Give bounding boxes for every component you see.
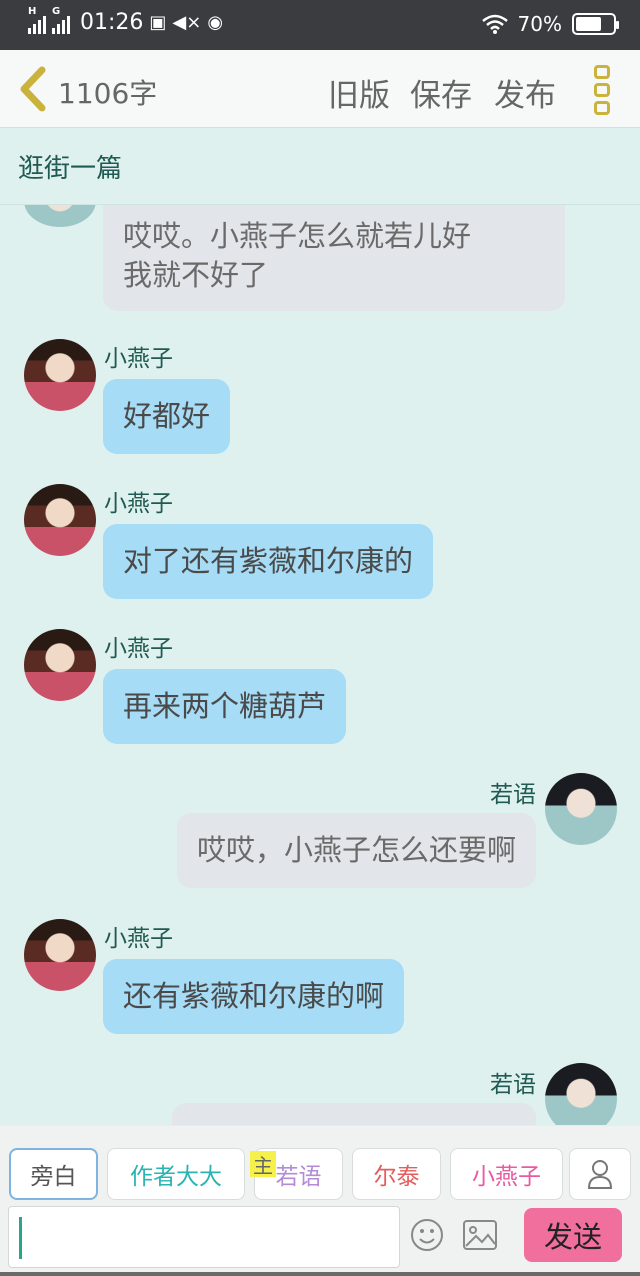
editor-toolbar: 1106字 旧版 保存 发布 <box>0 50 640 128</box>
message-bubble[interactable]: 再来两个糖葫芦 <box>103 669 347 744</box>
smiley-icon[interactable] <box>410 1218 444 1252</box>
network-type-label: H <box>28 5 37 17</box>
input-bar: 发送 <box>0 1204 640 1276</box>
wifi-icon <box>481 14 508 34</box>
avatar <box>24 919 96 991</box>
notification-icon: ▣ <box>149 12 167 33</box>
role-xiaoyanzi-button[interactable]: 小燕子 <box>450 1148 563 1200</box>
role-selector: 旁白 作者大大 若语 尔泰 小燕子 <box>0 1126 640 1204</box>
document-title[interactable]: 逛街一篇 <box>18 148 122 185</box>
role-narration-button[interactable]: 旁白 <box>9 1148 98 1200</box>
message-input[interactable] <box>8 1206 400 1268</box>
publish-button[interactable]: 发布 <box>494 70 556 115</box>
battery-icon <box>572 13 619 35</box>
message-bubble[interactable] <box>172 1103 536 1125</box>
avatar <box>24 205 96 227</box>
avatar <box>545 773 617 845</box>
speaker-name: 若语 <box>490 782 536 808</box>
speaker-name: 小燕子 <box>104 491 173 517</box>
word-count: 1106字 <box>58 77 158 110</box>
send-button[interactable]: 发送 <box>524 1208 622 1262</box>
status-bar: H G 01:26 ▣ ◀× ◉ 70% <box>0 0 640 50</box>
signal-icon-2: G <box>52 6 70 34</box>
message-bubble[interactable]: 哎哎，小燕子怎么还要啊 <box>176 813 536 888</box>
speaker-name: 小燕子 <box>104 926 173 952</box>
avatar <box>24 484 96 556</box>
message-bubble[interactable]: 对了还有紫薇和尔康的 <box>103 524 434 599</box>
network-type-label-2: G <box>52 5 61 17</box>
person-icon <box>587 1160 613 1189</box>
chat-area[interactable]: 哎哎。小燕子怎么就若儿好 我就不好了 小燕子 好都好 小燕子 对了还有紫薇和尔康… <box>0 205 640 1125</box>
location-icon: ◉ <box>207 12 224 33</box>
speaker-name: 小燕子 <box>104 346 173 372</box>
image-icon[interactable] <box>462 1218 498 1252</box>
signal-icon: H <box>28 6 46 34</box>
old-version-button[interactable]: 旧版 <box>328 70 390 115</box>
battery-percent: 70% <box>517 12 562 36</box>
message-bubble[interactable]: 好都好 <box>103 379 231 454</box>
speaker-name: 若语 <box>490 1072 536 1098</box>
main-character-badge: 主 <box>250 1151 276 1178</box>
text-caret <box>19 1217 22 1259</box>
message-bubble[interactable]: 哎哎。小燕子怎么就若儿好 我就不好了 <box>103 205 565 311</box>
add-role-button[interactable] <box>569 1148 631 1200</box>
divider <box>0 1272 640 1276</box>
avatar <box>24 629 96 701</box>
more-vertical-icon[interactable] <box>594 65 614 115</box>
message-bubble[interactable]: 还有紫薇和尔康的啊 <box>103 959 405 1034</box>
mute-icon: ◀× <box>172 12 202 33</box>
role-author-button[interactable]: 作者大大 <box>107 1148 245 1200</box>
avatar <box>545 1063 617 1125</box>
role-ertai-button[interactable]: 尔泰 <box>352 1148 441 1200</box>
chevron-left-icon[interactable] <box>14 66 54 112</box>
avatar <box>24 339 96 411</box>
speaker-name: 小燕子 <box>104 636 173 662</box>
save-button[interactable]: 保存 <box>410 70 472 115</box>
clock: 01:26 <box>80 10 144 35</box>
